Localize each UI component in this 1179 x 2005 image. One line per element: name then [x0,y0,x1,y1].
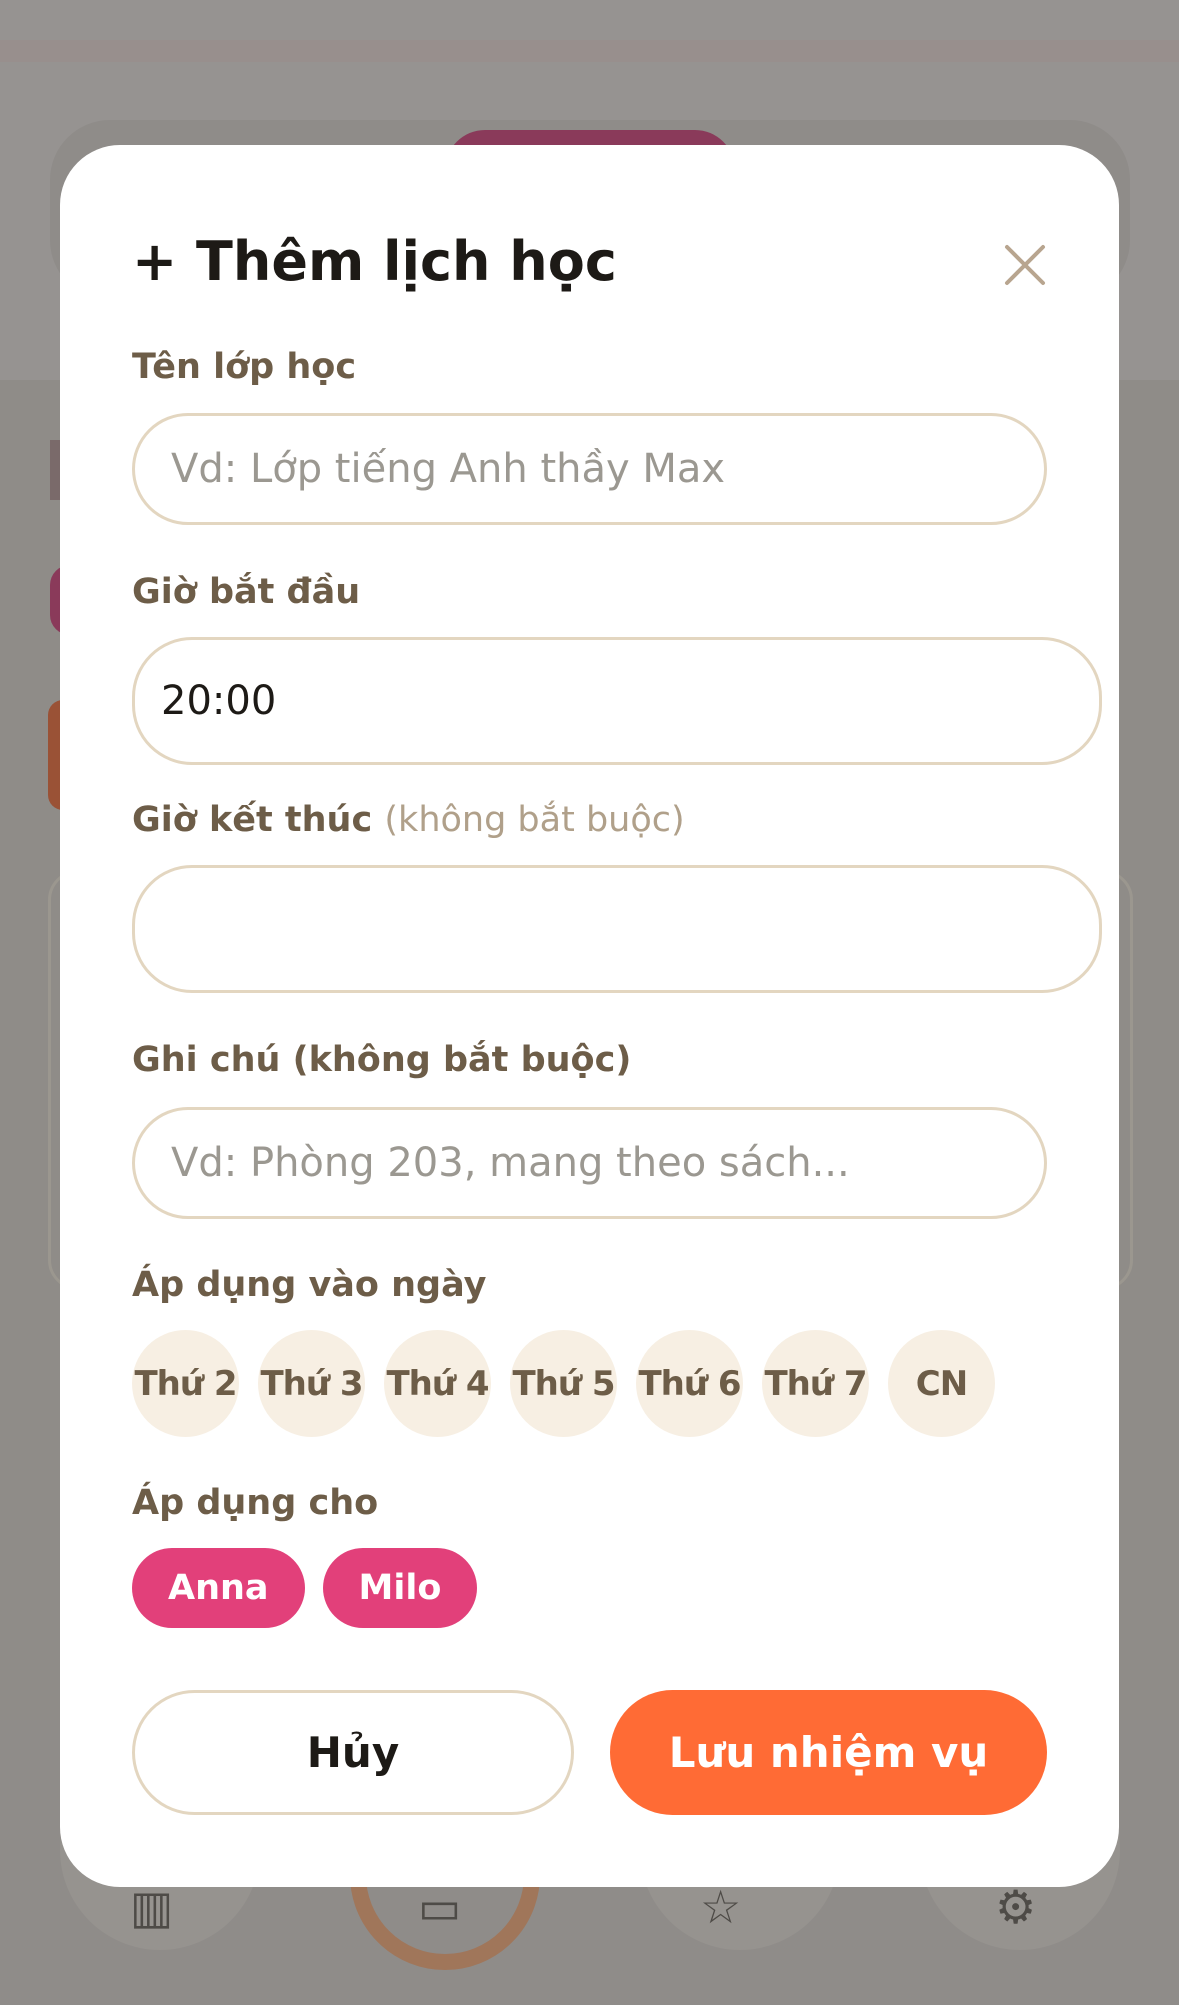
gear-icon: ⚙ [995,1880,1037,1934]
add-schedule-modal: + Thêm lịch học Tên lớp học Giờ bắt đầu … [60,145,1119,1887]
background-divider [0,40,1179,62]
start-time-label: Giờ bắt đầu [132,572,361,612]
background-side-icon [50,440,60,500]
note-input[interactable] [132,1107,1047,1219]
day-chip-thu[interactable]: Thứ 5 [510,1330,617,1437]
modal-title: + Thêm lịch học [132,230,617,293]
child-selector: Anna Milo [132,1548,478,1628]
children-label: Áp dụng cho [132,1483,379,1523]
save-button[interactable]: Lưu nhiệm vụ [610,1690,1047,1815]
end-time-label: Giờ kết thúc (không bắt buộc) [132,800,685,840]
note-label: Ghi chú (không bắt buộc) [132,1040,632,1080]
day-chip-sat[interactable]: Thứ 7 [762,1330,869,1437]
close-icon [1005,245,1045,285]
star-icon: ☆ [700,1880,742,1934]
close-button[interactable] [995,235,1055,295]
day-chip-mon[interactable]: Thứ 2 [132,1330,239,1437]
end-time-label-text: Giờ kết thúc [132,800,373,840]
optional-hint: (không bắt buộc) [384,800,685,840]
class-name-input[interactable] [132,413,1047,525]
day-chip-sun[interactable]: CN [888,1330,995,1437]
end-time-input[interactable] [132,865,1102,993]
book-icon: ▥ [130,1880,174,1934]
day-selector: Thứ 2 Thứ 3 Thứ 4 Thứ 5 Thứ 6 Thứ 7 CN [132,1330,995,1437]
day-chip-fri[interactable]: Thứ 6 [636,1330,743,1437]
day-chip-wed[interactable]: Thứ 4 [384,1330,491,1437]
class-name-label: Tên lớp học [132,347,357,387]
day-chip-tue[interactable]: Thứ 3 [258,1330,365,1437]
start-time-input[interactable] [132,637,1102,765]
child-chip-milo[interactable]: Milo [322,1548,478,1628]
days-label: Áp dụng vào ngày [132,1265,487,1305]
child-chip-anna[interactable]: Anna [132,1548,305,1628]
id-card-icon: ▭ [418,1880,462,1934]
cancel-button[interactable]: Hủy [132,1690,574,1815]
